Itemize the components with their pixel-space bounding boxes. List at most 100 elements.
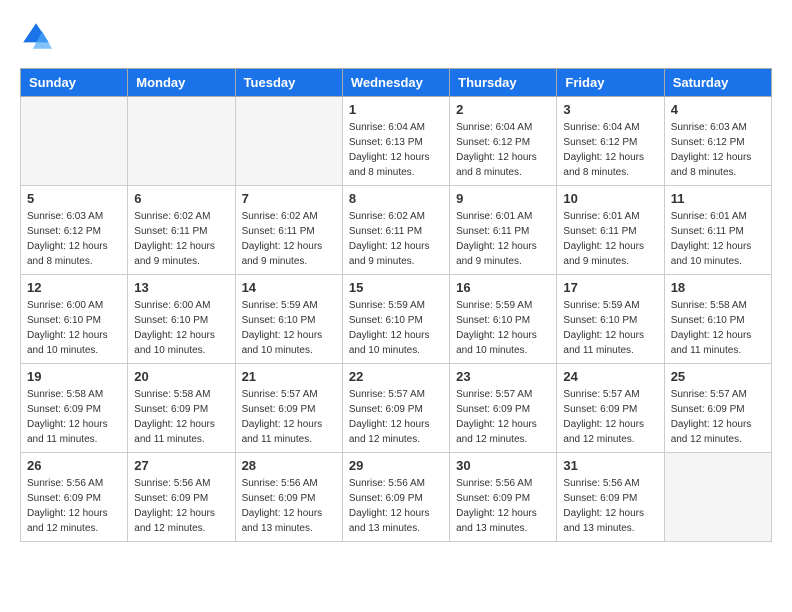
col-header-tuesday: Tuesday xyxy=(235,69,342,97)
day-info: Sunrise: 6:04 AM Sunset: 6:13 PM Dayligh… xyxy=(349,120,443,180)
col-header-sunday: Sunday xyxy=(21,69,128,97)
calendar-cell: 27 Sunrise: 5:56 AM Sunset: 6:09 PM Dayli… xyxy=(128,453,235,542)
calendar-cell xyxy=(128,97,235,186)
calendar-cell: 12 Sunrise: 6:00 AM Sunset: 6:10 PM Dayli… xyxy=(21,275,128,364)
day-number: 1 xyxy=(349,102,443,117)
day-info: Sunrise: 5:57 AM Sunset: 6:09 PM Dayligh… xyxy=(456,387,550,447)
calendar-cell: 15Sunrise: 5:59 AM Sunset: 6:10 PM Dayli… xyxy=(342,275,449,364)
calendar-cell: 23 Sunrise: 5:57 AM Sunset: 6:09 PM Dayli… xyxy=(450,364,557,453)
day-info: Sunrise: 5:56 AM Sunset: 6:09 PM Dayligh… xyxy=(134,476,228,536)
day-number: 6 xyxy=(134,191,228,206)
page-header xyxy=(20,20,772,52)
calendar-cell: 22 Sunrise: 5:57 AM Sunset: 6:09 PM Dayli… xyxy=(342,364,449,453)
calendar-cell: 30Sunrise: 5:56 AM Sunset: 6:09 PM Dayli… xyxy=(450,453,557,542)
day-number: 28 xyxy=(242,458,336,473)
day-info: Sunrise: 6:03 AM Sunset: 6:12 PM Dayligh… xyxy=(671,120,765,180)
calendar-week-5: 26 Sunrise: 5:56 AM Sunset: 6:09 PM Dayli… xyxy=(21,453,772,542)
calendar-cell xyxy=(21,97,128,186)
calendar-cell: 29 Sunrise: 5:56 AM Sunset: 6:09 PM Dayli… xyxy=(342,453,449,542)
calendar-cell: 9 Sunrise: 6:01 AM Sunset: 6:11 PM Daylig… xyxy=(450,186,557,275)
calendar-cell: 19Sunrise: 5:58 AM Sunset: 6:09 PM Dayli… xyxy=(21,364,128,453)
calendar-cell: 3 Sunrise: 6:04 AM Sunset: 6:12 PM Daylig… xyxy=(557,97,664,186)
calendar-cell: 13 Sunrise: 6:00 AM Sunset: 6:10 PM Dayli… xyxy=(128,275,235,364)
col-header-thursday: Thursday xyxy=(450,69,557,97)
day-number: 12 xyxy=(27,280,121,295)
calendar-cell: 8Sunrise: 6:02 AM Sunset: 6:11 PM Daylig… xyxy=(342,186,449,275)
day-info: Sunrise: 6:01 AM Sunset: 6:11 PM Dayligh… xyxy=(563,209,657,269)
calendar-week-4: 19Sunrise: 5:58 AM Sunset: 6:09 PM Dayli… xyxy=(21,364,772,453)
day-info: Sunrise: 6:02 AM Sunset: 6:11 PM Dayligh… xyxy=(242,209,336,269)
day-info: Sunrise: 5:56 AM Sunset: 6:09 PM Dayligh… xyxy=(349,476,443,536)
day-number: 4 xyxy=(671,102,765,117)
day-info: Sunrise: 6:04 AM Sunset: 6:12 PM Dayligh… xyxy=(563,120,657,180)
day-number: 9 xyxy=(456,191,550,206)
logo xyxy=(20,20,56,52)
day-info: Sunrise: 6:02 AM Sunset: 6:11 PM Dayligh… xyxy=(134,209,228,269)
calendar-cell: 25Sunrise: 5:57 AM Sunset: 6:09 PM Dayli… xyxy=(664,364,771,453)
day-number: 29 xyxy=(349,458,443,473)
day-info: Sunrise: 5:58 AM Sunset: 6:09 PM Dayligh… xyxy=(134,387,228,447)
day-number: 2 xyxy=(456,102,550,117)
day-info: Sunrise: 5:56 AM Sunset: 6:09 PM Dayligh… xyxy=(563,476,657,536)
day-info: Sunrise: 5:57 AM Sunset: 6:09 PM Dayligh… xyxy=(349,387,443,447)
calendar-cell xyxy=(235,97,342,186)
day-number: 3 xyxy=(563,102,657,117)
day-number: 20 xyxy=(134,369,228,384)
day-info: Sunrise: 6:00 AM Sunset: 6:10 PM Dayligh… xyxy=(27,298,121,358)
day-info: Sunrise: 5:57 AM Sunset: 6:09 PM Dayligh… xyxy=(563,387,657,447)
day-info: Sunrise: 5:56 AM Sunset: 6:09 PM Dayligh… xyxy=(27,476,121,536)
day-info: Sunrise: 6:03 AM Sunset: 6:12 PM Dayligh… xyxy=(27,209,121,269)
day-info: Sunrise: 5:59 AM Sunset: 6:10 PM Dayligh… xyxy=(456,298,550,358)
calendar-header-row: SundayMondayTuesdayWednesdayThursdayFrid… xyxy=(21,69,772,97)
col-header-wednesday: Wednesday xyxy=(342,69,449,97)
day-number: 5 xyxy=(27,191,121,206)
day-info: Sunrise: 6:04 AM Sunset: 6:12 PM Dayligh… xyxy=(456,120,550,180)
day-number: 15 xyxy=(349,280,443,295)
day-info: Sunrise: 5:57 AM Sunset: 6:09 PM Dayligh… xyxy=(242,387,336,447)
calendar-cell: 26 Sunrise: 5:56 AM Sunset: 6:09 PM Dayli… xyxy=(21,453,128,542)
day-number: 31 xyxy=(563,458,657,473)
day-number: 10 xyxy=(563,191,657,206)
calendar-cell: 17Sunrise: 5:59 AM Sunset: 6:10 PM Dayli… xyxy=(557,275,664,364)
col-header-friday: Friday xyxy=(557,69,664,97)
day-number: 26 xyxy=(27,458,121,473)
calendar-cell: 7 Sunrise: 6:02 AM Sunset: 6:11 PM Daylig… xyxy=(235,186,342,275)
col-header-saturday: Saturday xyxy=(664,69,771,97)
calendar-cell: 24 Sunrise: 5:57 AM Sunset: 6:09 PM Dayli… xyxy=(557,364,664,453)
calendar-cell: 10 Sunrise: 6:01 AM Sunset: 6:11 PM Dayli… xyxy=(557,186,664,275)
day-number: 13 xyxy=(134,280,228,295)
calendar-cell: 16 Sunrise: 5:59 AM Sunset: 6:10 PM Dayli… xyxy=(450,275,557,364)
day-number: 7 xyxy=(242,191,336,206)
day-number: 8 xyxy=(349,191,443,206)
day-info: Sunrise: 5:56 AM Sunset: 6:09 PM Dayligh… xyxy=(242,476,336,536)
calendar-week-3: 12 Sunrise: 6:00 AM Sunset: 6:10 PM Dayli… xyxy=(21,275,772,364)
day-number: 17 xyxy=(563,280,657,295)
calendar-cell: 6 Sunrise: 6:02 AM Sunset: 6:11 PM Daylig… xyxy=(128,186,235,275)
day-info: Sunrise: 5:56 AM Sunset: 6:09 PM Dayligh… xyxy=(456,476,550,536)
calendar-cell: 11Sunrise: 6:01 AM Sunset: 6:11 PM Dayli… xyxy=(664,186,771,275)
day-number: 16 xyxy=(456,280,550,295)
calendar-cell: 18Sunrise: 5:58 AM Sunset: 6:10 PM Dayli… xyxy=(664,275,771,364)
logo-icon xyxy=(20,20,52,52)
day-number: 23 xyxy=(456,369,550,384)
calendar-week-2: 5 Sunrise: 6:03 AM Sunset: 6:12 PM Daylig… xyxy=(21,186,772,275)
calendar-cell: 1 Sunrise: 6:04 AM Sunset: 6:13 PM Daylig… xyxy=(342,97,449,186)
day-number: 11 xyxy=(671,191,765,206)
day-number: 24 xyxy=(563,369,657,384)
day-number: 27 xyxy=(134,458,228,473)
calendar-cell: 28 Sunrise: 5:56 AM Sunset: 6:09 PM Dayli… xyxy=(235,453,342,542)
day-number: 25 xyxy=(671,369,765,384)
calendar-cell: 31 Sunrise: 5:56 AM Sunset: 6:09 PM Dayli… xyxy=(557,453,664,542)
day-info: Sunrise: 6:00 AM Sunset: 6:10 PM Dayligh… xyxy=(134,298,228,358)
calendar-cell: 14Sunrise: 5:59 AM Sunset: 6:10 PM Dayli… xyxy=(235,275,342,364)
col-header-monday: Monday xyxy=(128,69,235,97)
calendar-cell: 20 Sunrise: 5:58 AM Sunset: 6:09 PM Dayli… xyxy=(128,364,235,453)
day-info: Sunrise: 5:58 AM Sunset: 6:09 PM Dayligh… xyxy=(27,387,121,447)
calendar-cell: 4 Sunrise: 6:03 AM Sunset: 6:12 PM Daylig… xyxy=(664,97,771,186)
calendar-cell: 2 Sunrise: 6:04 AM Sunset: 6:12 PM Daylig… xyxy=(450,97,557,186)
day-number: 18 xyxy=(671,280,765,295)
calendar-week-1: 1 Sunrise: 6:04 AM Sunset: 6:13 PM Daylig… xyxy=(21,97,772,186)
day-info: Sunrise: 6:01 AM Sunset: 6:11 PM Dayligh… xyxy=(456,209,550,269)
calendar-cell: 5 Sunrise: 6:03 AM Sunset: 6:12 PM Daylig… xyxy=(21,186,128,275)
day-number: 22 xyxy=(349,369,443,384)
